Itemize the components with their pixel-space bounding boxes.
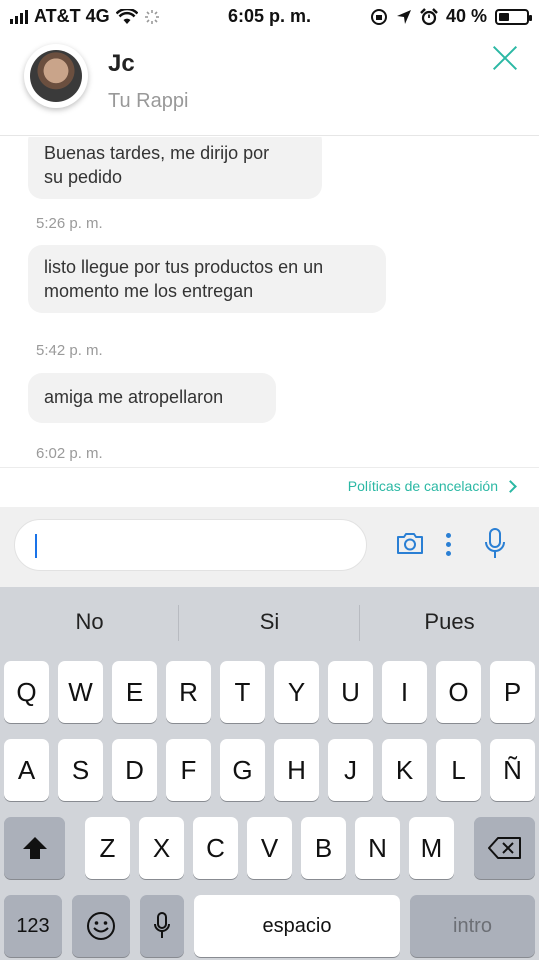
key-k[interactable]: K xyxy=(382,739,427,801)
alarm-icon xyxy=(420,7,438,25)
microphone-icon xyxy=(154,912,170,938)
predictive-bar: No Si Pues xyxy=(0,587,539,659)
key-m[interactable]: M xyxy=(409,817,454,879)
key-f[interactable]: F xyxy=(166,739,211,801)
key-h[interactable]: H xyxy=(274,739,319,801)
numbers-key[interactable]: 123 xyxy=(4,895,62,957)
key-p[interactable]: P xyxy=(490,661,535,723)
key-z[interactable]: Z xyxy=(85,817,130,879)
key-a[interactable]: A xyxy=(4,739,49,801)
key-t[interactable]: T xyxy=(220,661,265,723)
key-u[interactable]: U xyxy=(328,661,373,723)
shift-key[interactable] xyxy=(4,817,65,879)
microphone-icon[interactable] xyxy=(484,527,506,561)
keyboard: No Si Pues Q W E R T Y U I O P A S D F G… xyxy=(0,587,539,960)
camera-icon[interactable] xyxy=(396,531,424,555)
return-key[interactable]: intro xyxy=(410,895,535,957)
message-list[interactable]: Buenas tardes, me dirijo por su pedido 5… xyxy=(0,137,539,467)
key-g[interactable]: G xyxy=(220,739,265,801)
chat-header: Jc Tu Rappi xyxy=(0,34,539,136)
key-o[interactable]: O xyxy=(436,661,481,723)
key-y[interactable]: Y xyxy=(274,661,319,723)
backspace-icon xyxy=(487,837,521,859)
cancellation-policy-link[interactable]: Políticas de cancelación xyxy=(348,478,517,494)
key-s[interactable]: S xyxy=(58,739,103,801)
rotation-lock-icon xyxy=(370,8,387,25)
key-v[interactable]: V xyxy=(247,817,292,879)
message-bubble: amiga me atropellaron xyxy=(28,373,276,423)
shift-arrow-icon xyxy=(22,837,47,859)
location-arrow-icon xyxy=(396,9,411,24)
close-icon[interactable] xyxy=(491,44,519,72)
key-i[interactable]: I xyxy=(382,661,427,723)
contact-name: Jc xyxy=(108,50,135,77)
suggestion-pues[interactable]: Pues xyxy=(360,609,539,635)
space-key[interactable]: espacio xyxy=(194,895,400,957)
message-time: 6:02 p. m. xyxy=(36,445,103,462)
message-input[interactable] xyxy=(14,519,367,571)
key-r[interactable]: R xyxy=(166,661,211,723)
chevron-right-icon xyxy=(504,479,517,493)
key-d[interactable]: D xyxy=(112,739,157,801)
message-bubble: Buenas tardes, me dirijo por su pedido xyxy=(28,137,322,199)
key-n[interactable]: N xyxy=(355,817,400,879)
key-w[interactable]: W xyxy=(58,661,103,723)
key-b[interactable]: B xyxy=(301,817,346,879)
key-x[interactable]: X xyxy=(139,817,184,879)
delete-key[interactable] xyxy=(474,817,535,879)
battery-icon xyxy=(495,8,532,25)
emoji-icon xyxy=(87,912,115,940)
status-bar: AT&T 4G 6:05 p. m. 40 % xyxy=(0,0,539,34)
dictation-key[interactable] xyxy=(140,895,184,957)
message-bubble: listo llegue por tus productos en un mom… xyxy=(28,245,386,313)
message-time: 5:26 p. m. xyxy=(36,215,103,232)
emoji-key[interactable] xyxy=(72,895,130,957)
avatar xyxy=(24,44,88,108)
suggestion-no[interactable]: No xyxy=(0,609,179,635)
message-time: 5:42 p. m. xyxy=(36,342,103,359)
contact-subtitle: Tu Rappi xyxy=(108,90,189,112)
composer xyxy=(0,507,539,587)
key-l[interactable]: L xyxy=(436,739,481,801)
key-j[interactable]: J xyxy=(328,739,373,801)
key-c[interactable]: C xyxy=(193,817,238,879)
battery-level xyxy=(499,12,510,21)
key-enye[interactable]: Ñ xyxy=(490,739,535,801)
key-q[interactable]: Q xyxy=(4,661,49,723)
more-options-icon[interactable] xyxy=(446,533,452,556)
suggestion-si[interactable]: Si xyxy=(180,609,359,635)
key-e[interactable]: E xyxy=(112,661,157,723)
battery-percent: 40 % xyxy=(445,6,487,26)
text-caret xyxy=(35,534,37,558)
